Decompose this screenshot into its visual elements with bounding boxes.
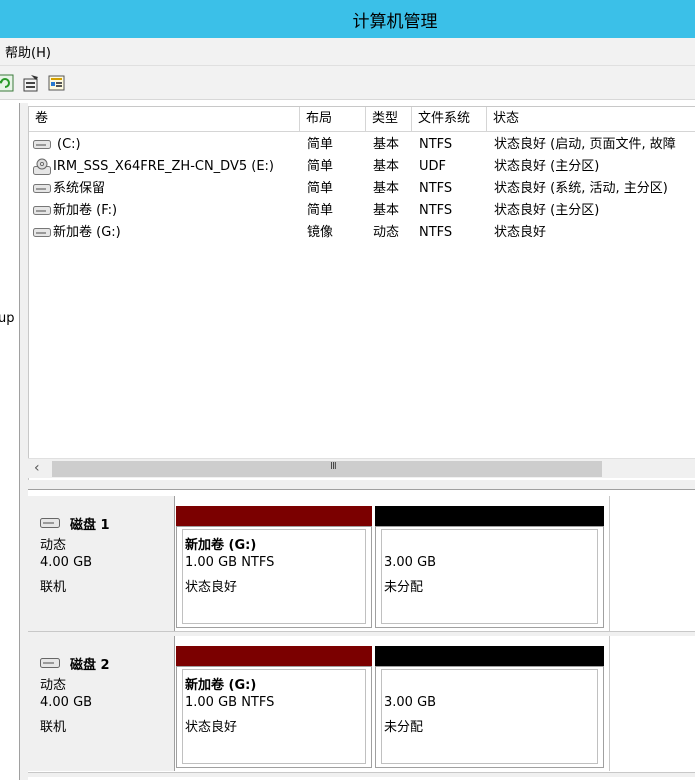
title-bar[interactable]: 计算机管理	[0, 0, 695, 38]
scrollbar-grip: III	[330, 461, 337, 472]
nav-item-fragment[interactable]: up	[0, 311, 15, 326]
unallocated-bar	[375, 646, 604, 666]
volume-filesystem: UDF	[419, 159, 447, 174]
volume-filesystem: NTFS	[419, 137, 453, 152]
table-row[interactable]: IRM_SSS_X64FRE_ZH-CN_DV5 (E:) 简单 基本 UDF …	[29, 156, 695, 178]
volume-layout: 简单	[307, 181, 334, 196]
disk-status: 联机	[40, 580, 67, 595]
column-header-status[interactable]: 状态	[487, 107, 695, 132]
drive-icon	[33, 228, 51, 237]
volume-status: 状态良好	[494, 225, 547, 240]
partition-status: 状态良好	[185, 720, 238, 735]
disk-2-partitions: 新加卷 (G:) 1.00 GB NTFS 状态良好 3.00 GB 未分配	[175, 636, 610, 771]
drive-icon	[33, 206, 51, 215]
volume-name: IRM_SSS_X64FRE_ZH-CN_DV5 (E:)	[53, 159, 274, 174]
help-icon	[48, 75, 65, 90]
partition-unallocated[interactable]: 3.00 GB 未分配	[375, 666, 604, 768]
partition-detail: 1.00 GB NTFS	[185, 695, 275, 710]
drive-icon	[33, 184, 51, 193]
volume-filesystem: NTFS	[419, 181, 453, 196]
unallocated-label: 未分配	[384, 580, 424, 595]
disk-1-panel[interactable]: 磁盘 1 动态 4.00 GB 联机	[28, 496, 175, 631]
volume-layout: 镜像	[307, 225, 334, 240]
mirrored-volume-bar	[176, 646, 372, 666]
column-header-filesystem[interactable]: 文件系统	[412, 107, 487, 132]
scroll-left-icon[interactable]: ‹	[34, 460, 40, 476]
menu-help[interactable]: 帮助(H)	[0, 42, 55, 61]
table-row[interactable]: 新加卷 (F:) 简单 基本 NTFS 状态良好 (主分区)	[29, 200, 695, 222]
toolbar	[0, 66, 695, 100]
volume-list[interactable]: 卷 布局 类型 文件系统 状态 (C:) 简单 基本 NTFS 状态良好 (启动…	[28, 106, 695, 480]
column-header-layout[interactable]: 布局	[300, 107, 366, 132]
disk-size: 4.00 GB	[40, 555, 93, 570]
volume-type: 基本	[373, 159, 400, 174]
disk-name: 磁盘 1	[70, 518, 110, 533]
menu-bar: 帮助(H)	[0, 38, 695, 66]
help-button[interactable]	[46, 72, 68, 94]
volume-status: 状态良好 (系统, 活动, 主分区)	[494, 181, 668, 196]
disk-1-partitions: 新加卷 (G:) 1.00 GB NTFS 状态良好 3.00 GB 未分配	[175, 496, 610, 631]
volume-status: 状态良好 (主分区)	[494, 203, 600, 218]
scrollbar-thumb[interactable]: III	[52, 461, 602, 477]
table-row[interactable]: 系统保留 简单 基本 NTFS 状态良好 (系统, 活动, 主分区)	[29, 178, 695, 200]
unallocated-label: 未分配	[384, 720, 424, 735]
volume-filesystem: NTFS	[419, 203, 453, 218]
volume-name: 系统保留	[53, 181, 106, 196]
disk-2-panel[interactable]: 磁盘 2 动态 4.00 GB 联机	[28, 636, 175, 771]
disk-kind: 动态	[40, 538, 67, 553]
partition-mirrored-g[interactable]: 新加卷 (G:) 1.00 GB NTFS 状态良好	[176, 666, 372, 768]
properties-button[interactable]	[20, 72, 42, 94]
partition-name: 新加卷 (G:)	[185, 678, 257, 693]
volume-layout: 简单	[307, 159, 334, 174]
volume-name: 新加卷 (G:)	[53, 225, 121, 240]
volume-layout: 简单	[307, 137, 334, 152]
volume-type: 动态	[373, 225, 400, 240]
volume-name: 新加卷 (F:)	[53, 203, 118, 218]
disk-size: 4.00 GB	[40, 695, 93, 710]
table-row[interactable]: 新加卷 (G:) 镜像 动态 NTFS 状态良好	[29, 222, 695, 244]
unallocated-size: 3.00 GB	[384, 555, 437, 570]
disk-icon	[40, 658, 60, 668]
navigation-pane[interactable]: up	[0, 103, 20, 780]
column-header-volume[interactable]: 卷	[29, 107, 300, 132]
refresh-button[interactable]	[0, 72, 16, 94]
volume-layout: 简单	[307, 203, 334, 218]
partition-status: 状态良好	[185, 580, 238, 595]
disk-map[interactable]: 磁盘 1 动态 4.00 GB 联机 新加卷 (G:) 1.00 GB NTFS…	[28, 490, 695, 780]
unallocated-bar	[375, 506, 604, 526]
horizontal-splitter[interactable]	[28, 480, 695, 490]
window-title: 计算机管理	[352, 11, 438, 32]
properties-icon	[23, 74, 38, 91]
mirrored-volume-bar	[176, 506, 372, 526]
volume-name: (C:)	[57, 137, 81, 152]
table-row[interactable]: (C:) 简单 基本 NTFS 状态良好 (启动, 页面文件, 故障	[29, 134, 695, 156]
disk-icon	[40, 518, 60, 528]
disk-name: 磁盘 2	[70, 658, 110, 673]
partition-mirrored-g[interactable]: 新加卷 (G:) 1.00 GB NTFS 状态良好	[176, 526, 372, 628]
column-header-type[interactable]: 类型	[366, 107, 412, 132]
volume-status: 状态良好 (主分区)	[494, 159, 600, 174]
partition-name: 新加卷 (G:)	[185, 538, 257, 553]
unallocated-size: 3.00 GB	[384, 695, 437, 710]
volume-filesystem: NTFS	[419, 225, 453, 240]
partition-unallocated[interactable]: 3.00 GB 未分配	[375, 526, 604, 628]
volume-type: 基本	[373, 137, 400, 152]
horizontal-scrollbar[interactable]: ‹ III	[28, 458, 695, 478]
disk-status: 联机	[40, 720, 67, 735]
pane-splitter[interactable]	[20, 103, 28, 780]
refresh-icon	[0, 74, 14, 91]
disk-divider	[28, 772, 695, 777]
optical-drive-icon	[33, 158, 51, 175]
partition-detail: 1.00 GB NTFS	[185, 555, 275, 570]
volume-status: 状态良好 (启动, 页面文件, 故障	[494, 137, 676, 152]
volume-type: 基本	[373, 181, 400, 196]
drive-icon	[33, 140, 51, 149]
volume-type: 基本	[373, 203, 400, 218]
disk-kind: 动态	[40, 678, 67, 693]
